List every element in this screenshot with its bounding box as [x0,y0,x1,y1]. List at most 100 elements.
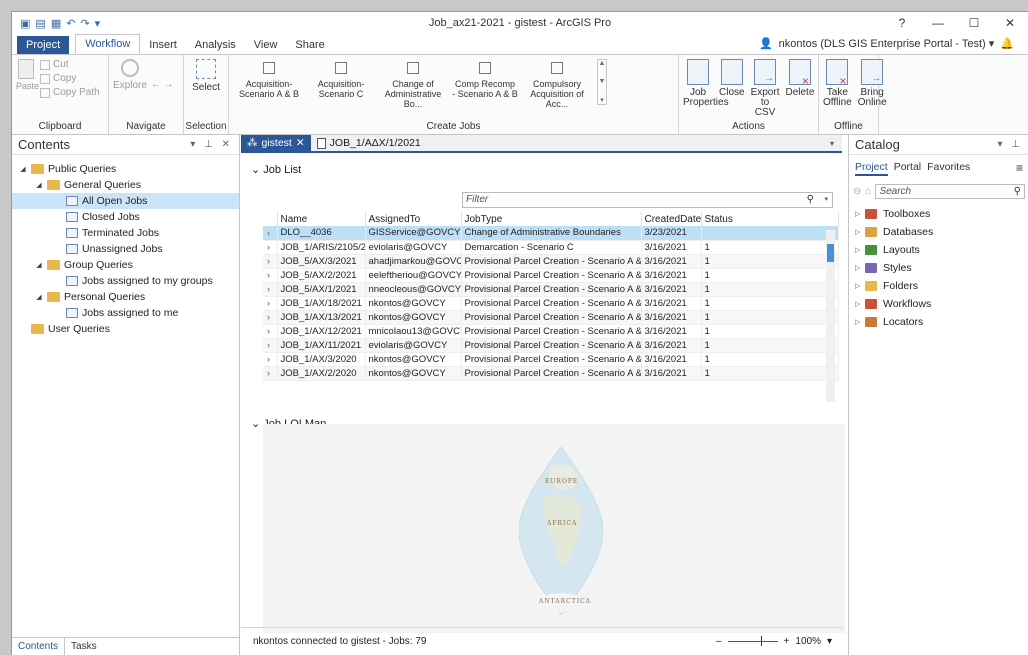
catalog-item[interactable]: ▷ Workflows [849,295,1028,313]
expand-arrow-icon[interactable]: ▷ [855,246,865,254]
catalog-tab-project[interactable]: Project [855,161,888,176]
zoom-level[interactable]: 100% [795,636,821,647]
tab-view[interactable]: View [245,36,287,54]
hamburger-menu-icon[interactable]: ≡ [1016,161,1023,176]
table-row[interactable]: › DLO__4036 GISService@GOVCY Change of Admi… [263,226,839,241]
job-filter-input[interactable]: Filter ⚲ ▾ [462,192,833,208]
tree-folder[interactable]: ◢ Personal Queries [12,289,239,305]
catalog-tab-favorites[interactable]: Favorites [927,161,970,176]
column-header-jobtype[interactable]: JobType [461,212,642,226]
row-expand-icon[interactable]: › [263,324,278,339]
copy-path-button[interactable]: Copy Path [40,87,100,98]
row-expand-icon[interactable]: › [263,352,278,367]
row-expand-icon[interactable]: › [263,268,278,283]
undo-icon[interactable]: ↶ [66,17,75,30]
job-properties-button[interactable]: Job Properties [683,59,729,118]
tree-query-item[interactable]: Closed Jobs [12,209,239,225]
catalog-item[interactable]: ▷ Locators [849,313,1028,331]
create-job-admin-bo-button[interactable]: Change of Administrative Bo... [377,59,449,109]
delete-job-button[interactable]: Delete [785,59,814,118]
catalog-item[interactable]: ▷ Toolboxes [849,205,1028,223]
gallery-scroll[interactable]: ▲ ▼ ▾ [597,59,607,105]
catalog-search-input[interactable]: Search ⚲ [875,184,1025,199]
column-header-status[interactable]: Status [701,212,839,226]
column-header-name[interactable]: Name [277,212,366,226]
expand-arrow-icon[interactable]: ▷ [855,300,865,308]
expand-arrow-icon[interactable]: ▷ [855,228,865,236]
create-job-acq-c-button[interactable]: Acquisition- Scenario C [305,59,377,109]
tab-project[interactable]: Project [17,36,70,54]
table-row[interactable]: › JOB_1/AX/3/2020 nkontos@GOVCY Provisional… [263,352,839,367]
tree-query-item[interactable]: Jobs assigned to me [12,305,239,321]
column-header-assignedto[interactable]: AssignedTo [365,212,462,226]
filter-dropdown-icon[interactable]: ▾ [824,193,828,207]
tree-query-item[interactable]: Unassigned Jobs [12,241,239,257]
tree-folder[interactable]: ◢ Group Queries [12,257,239,273]
export-csv-button[interactable]: Exportto CSV [751,59,779,118]
catalog-item[interactable]: ▷ Databases [849,223,1028,241]
new-project-icon[interactable]: ▣ [20,17,30,30]
expand-arrow-icon[interactable]: ▷ [855,318,865,326]
close-job-button[interactable]: Close [719,59,745,118]
tab-tasks[interactable]: Tasks [65,638,103,655]
expand-arrow-icon[interactable]: ▷ [855,210,865,218]
table-row[interactable]: › JOB_5/AX/2/2021 eeleftheriou@GOVCY Provis… [263,268,839,283]
table-row[interactable]: › JOB_5/AX/3/2021 ahadjimarkou@GOVCY Provis… [263,254,839,269]
doc-tab-gistest[interactable]: ⁂ gistest ✕ [241,135,311,151]
catalog-options-icon[interactable]: ▾ ⊥ [997,139,1028,150]
job-loi-map[interactable]: EUROPE AFRICA ANTARCTICA [263,424,845,633]
open-project-icon[interactable]: ▤ [35,17,45,30]
row-expand-icon[interactable]: › [263,254,278,269]
zoom-dropdown-icon[interactable]: ▾ [827,636,832,647]
catalog-item[interactable]: ▷ Folders [849,277,1028,295]
tab-share[interactable]: Share [286,36,333,54]
job-list-title[interactable]: ⌄ Job List [241,163,842,176]
tree-folder[interactable]: ◢ General Queries [12,177,239,193]
create-job-comp-recomp-button[interactable]: Comp Recomp - Scenario A & B [449,59,521,109]
create-job-compulsory-button[interactable]: Compulsory Acquisition of Acc... [521,59,593,109]
table-row[interactable]: ›JOB_1/ARIS/2105/2017eviolaris@GOVCYDema… [263,240,839,255]
scroll-thumb[interactable] [827,244,834,262]
column-selector[interactable] [263,212,278,226]
row-expand-icon[interactable]: › [263,338,278,353]
maximize-button[interactable]: ☐ [956,16,992,30]
table-row[interactable]: › JOB_1/AX/13/2021 nkontos@GOVCY Provisiona… [263,310,839,325]
account-menu[interactable]: 👤 nkontos (DLS GIS Enterprise Portal - T… [759,37,1014,50]
pane-options-icon[interactable]: ▾ ⊥ ✕ [190,139,239,150]
create-job-acq-ab-button[interactable]: Acquisition- Scenario A & B [233,59,305,109]
save-project-icon[interactable]: ▦ [51,17,61,30]
row-expand-icon[interactable]: › [263,240,278,255]
row-expand-icon[interactable]: › [263,296,278,311]
table-row[interactable]: › JOB_1/AX/2/2020 nkontos@GOVCY Provisional… [263,366,839,381]
row-expand-icon[interactable]: › [263,310,278,325]
customize-qat-icon[interactable]: ▾ [95,17,101,30]
expand-arrow-icon[interactable]: ▷ [855,264,865,272]
tab-contents[interactable]: Contents [12,638,66,655]
zoom-out-button[interactable]: – [716,636,722,647]
back-icon[interactable]: ⊖ [853,186,861,197]
expand-arrow-icon[interactable]: ◢ [34,293,44,301]
tab-insert[interactable]: Insert [140,36,186,54]
minimize-button[interactable]: — [920,16,956,30]
select-button[interactable]: Select [184,55,228,97]
notification-bell-icon[interactable]: 🔔 [1000,37,1014,50]
redo-icon[interactable]: ↷ [80,17,89,30]
column-header-createddate[interactable]: CreatedDate [641,212,702,226]
expand-arrow-icon[interactable]: ◢ [18,165,28,173]
tree-folder[interactable]: User Queries [12,321,239,337]
close-button[interactable]: ✕ [992,16,1028,30]
cut-button[interactable]: Cut [40,59,100,70]
catalog-item[interactable]: ▷ Layouts [849,241,1028,259]
expand-arrow-icon[interactable]: ▷ [855,282,865,290]
table-row[interactable]: › JOB_1/AX/11/2021 eviolaris@GOVCY Provisio… [263,338,839,353]
row-expand-icon[interactable]: › [263,366,278,381]
explore-button[interactable]: Explore [113,59,147,91]
table-row[interactable]: › JOB_1/AX/18/2021 nkontos@GOVCY Provisiona… [263,296,839,311]
zoom-in-button[interactable]: + [784,636,790,647]
table-scrollbar[interactable] [826,230,835,402]
row-expand-icon[interactable]: › [263,226,278,241]
table-row[interactable]: › JOB_5/AX/1/2021 nneocleous@GOVCY Provisio… [263,282,839,297]
tabs-dropdown-icon[interactable]: ▾ [830,139,842,148]
home-icon[interactable]: ⌂ [865,186,871,197]
navigate-arrows[interactable]: ← → [151,59,174,91]
